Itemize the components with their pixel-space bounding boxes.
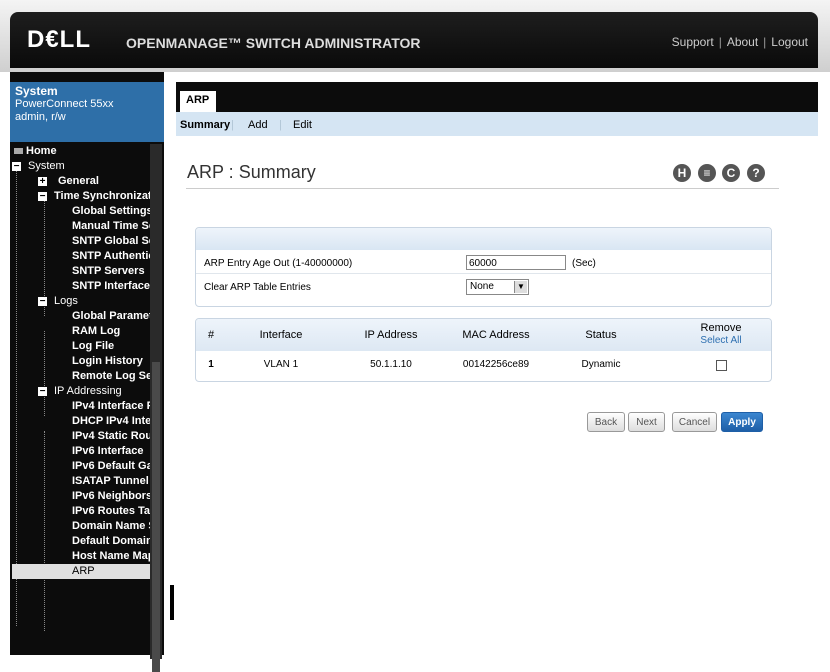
clear-arp-label: Clear ARP Table Entries	[204, 282, 311, 293]
tree-item-ipv6-interface[interactable]: IPv6 Interface	[72, 444, 144, 459]
tree-item-host-name-mapping[interactable]: Host Name Mappi	[72, 549, 150, 564]
tree-item-sntp-interface[interactable]: SNTP Interface Se	[72, 279, 150, 294]
column-header-status: Status	[585, 329, 617, 341]
back-button[interactable]: Back	[587, 412, 625, 432]
tree-item-sntp-servers[interactable]: SNTP Servers	[72, 264, 145, 279]
chevron-down-icon: ▼	[514, 281, 527, 293]
column-header-mac-address: MAC Address	[462, 329, 530, 341]
table-cell-number: 1	[208, 359, 214, 370]
system-info-box: System PowerConnect 55xx admin, r/w	[10, 82, 164, 142]
top-bar: D€LL OPENMANAGE™ SWITCH ADMINISTRATOR Su…	[0, 0, 830, 72]
tree-item-dhcp-ipv4[interactable]: DHCP IPv4 Interfa	[72, 414, 150, 429]
tree-item-system[interactable]: System	[28, 159, 65, 174]
table-cell-interface: VLAN 1	[263, 359, 299, 370]
age-out-label: ARP Entry Age Out (1-40000000)	[204, 258, 353, 269]
dell-logo: D€LL	[27, 26, 91, 53]
save-icon[interactable]: H	[673, 164, 691, 182]
table-cell-ip-address: 50.1.1.10	[370, 359, 412, 370]
tree-item-sntp-authentication[interactable]: SNTP Authenticati	[72, 249, 150, 264]
page-title: ARP : Summary	[187, 162, 316, 182]
subtab-add[interactable]: Add	[248, 119, 268, 131]
subtab-summary[interactable]: Summary	[180, 119, 230, 131]
tree-item-ipv4-interface[interactable]: IPv4 Interface Para	[72, 399, 150, 414]
system-title: System	[15, 84, 58, 98]
app-title: OPENMANAGE™ SWITCH ADMINISTRATOR	[126, 35, 421, 51]
tree-scroll-thumb[interactable]	[152, 362, 160, 672]
title-divider	[186, 188, 779, 189]
clear-arp-select[interactable]: None ▼	[466, 279, 529, 295]
support-link[interactable]: Support	[672, 35, 714, 49]
app-header: D€LL OPENMANAGE™ SWITCH ADMINISTRATOR Su…	[10, 12, 818, 68]
tree-item-default-domain-name[interactable]: Default Domain Na	[72, 534, 150, 549]
table-cell-mac-address: 00142256ce89	[462, 359, 530, 370]
about-link[interactable]: About	[727, 35, 758, 49]
tree-item-manual-time[interactable]: Manual Time Setti	[72, 219, 150, 234]
tree-item-ipv6-default-gateway[interactable]: IPv6 Default Gatew	[72, 459, 150, 474]
age-out-row: ARP Entry Age Out (1-40000000) 60000 (Se…	[196, 253, 771, 274]
age-out-unit: (Sec)	[572, 258, 596, 269]
tree-item-log-file[interactable]: Log File	[72, 339, 114, 354]
collapse-icon[interactable]: −	[38, 192, 47, 202]
collapse-icon[interactable]: −	[38, 297, 47, 307]
tree-item-sntp-global[interactable]: SNTP Global Setti	[72, 234, 150, 249]
select-all-link[interactable]: Select All	[686, 335, 756, 346]
tree-item-home[interactable]: Home	[14, 144, 57, 159]
pane-divider	[165, 72, 169, 655]
tree-item-general[interactable]: General	[58, 174, 99, 189]
remove-checkbox[interactable]	[716, 360, 727, 371]
collapse-icon[interactable]: −	[38, 387, 47, 397]
subtab-separator: |	[279, 119, 282, 131]
tree-item-domain-name-system[interactable]: Domain Name Sys	[72, 519, 150, 534]
tab-arp[interactable]: ARP	[180, 91, 216, 112]
top-links: Support | About | Logout	[671, 35, 808, 49]
apply-button[interactable]: Apply	[721, 412, 763, 432]
column-header-ip-address: IP Address	[364, 329, 418, 341]
subtab-separator: |	[231, 119, 234, 131]
collapse-icon[interactable]: −	[12, 162, 21, 172]
panel-header	[196, 228, 771, 250]
tree-item-ipv6-routes-table[interactable]: IPv6 Routes Table	[72, 504, 150, 519]
tree-item-logs[interactable]: Logs	[54, 294, 78, 309]
cancel-button[interactable]: Cancel	[672, 412, 717, 432]
tab-bar: ARP	[176, 82, 818, 112]
logout-link[interactable]: Logout	[771, 35, 808, 49]
subtab-bar: Summary | Add | Edit	[176, 112, 818, 136]
tree-item-isatap-tunnel[interactable]: ISATAP Tunnel	[72, 474, 149, 489]
column-header-remove: Remove	[700, 322, 742, 334]
tree-item-ip-addressing[interactable]: IP Addressing	[54, 384, 122, 399]
table-cell-status: Dynamic	[581, 359, 621, 370]
subtab-edit[interactable]: Edit	[293, 119, 312, 131]
tree-item-login-history[interactable]: Login History	[72, 354, 143, 369]
column-header-number: #	[207, 329, 215, 341]
arp-settings-panel: ARP Entry Age Out (1-40000000) 60000 (Se…	[195, 227, 772, 307]
tree-item-ipv4-static-routing[interactable]: IPv4 Static Routing	[72, 429, 150, 444]
refresh-icon[interactable]: C	[722, 164, 740, 182]
main-content: ARP Summary | Add | Edit ARP : Summary H…	[176, 72, 830, 655]
tree-item-ram-log[interactable]: RAM Log	[72, 324, 120, 339]
tree-item-arp[interactable]: ARP	[12, 564, 150, 579]
pane-resize-handle[interactable]	[170, 585, 174, 620]
tree-item-ipv6-neighbors[interactable]: IPv6 Neighbors	[72, 489, 150, 504]
arp-table: # Interface IP Address MAC Address Statu…	[195, 318, 772, 382]
tree-item-time-synchronization[interactable]: Time Synchronization	[54, 189, 150, 204]
system-user: admin, r/w	[15, 111, 66, 123]
next-button[interactable]: Next	[628, 412, 665, 432]
navigation-tree: Home − System + General − Time Synchroni…	[10, 144, 150, 644]
clear-arp-row: Clear ARP Table Entries None ▼	[196, 277, 771, 297]
tree-item-remote-log[interactable]: Remote Log Serve	[72, 369, 150, 384]
tree-item-global-parameters[interactable]: Global Parameters	[72, 309, 150, 324]
left-navigation: System PowerConnect 55xx admin, r/w Home…	[10, 72, 164, 672]
system-model: PowerConnect 55xx	[15, 98, 114, 110]
print-icon[interactable]: ≡	[698, 164, 716, 182]
tree-item-global-settings[interactable]: Global Settings	[72, 204, 150, 219]
age-out-input[interactable]: 60000	[466, 255, 566, 270]
home-icon	[14, 148, 23, 155]
expand-icon[interactable]: +	[38, 177, 47, 187]
column-header-interface: Interface	[259, 329, 303, 341]
help-icon[interactable]: ?	[747, 164, 765, 182]
